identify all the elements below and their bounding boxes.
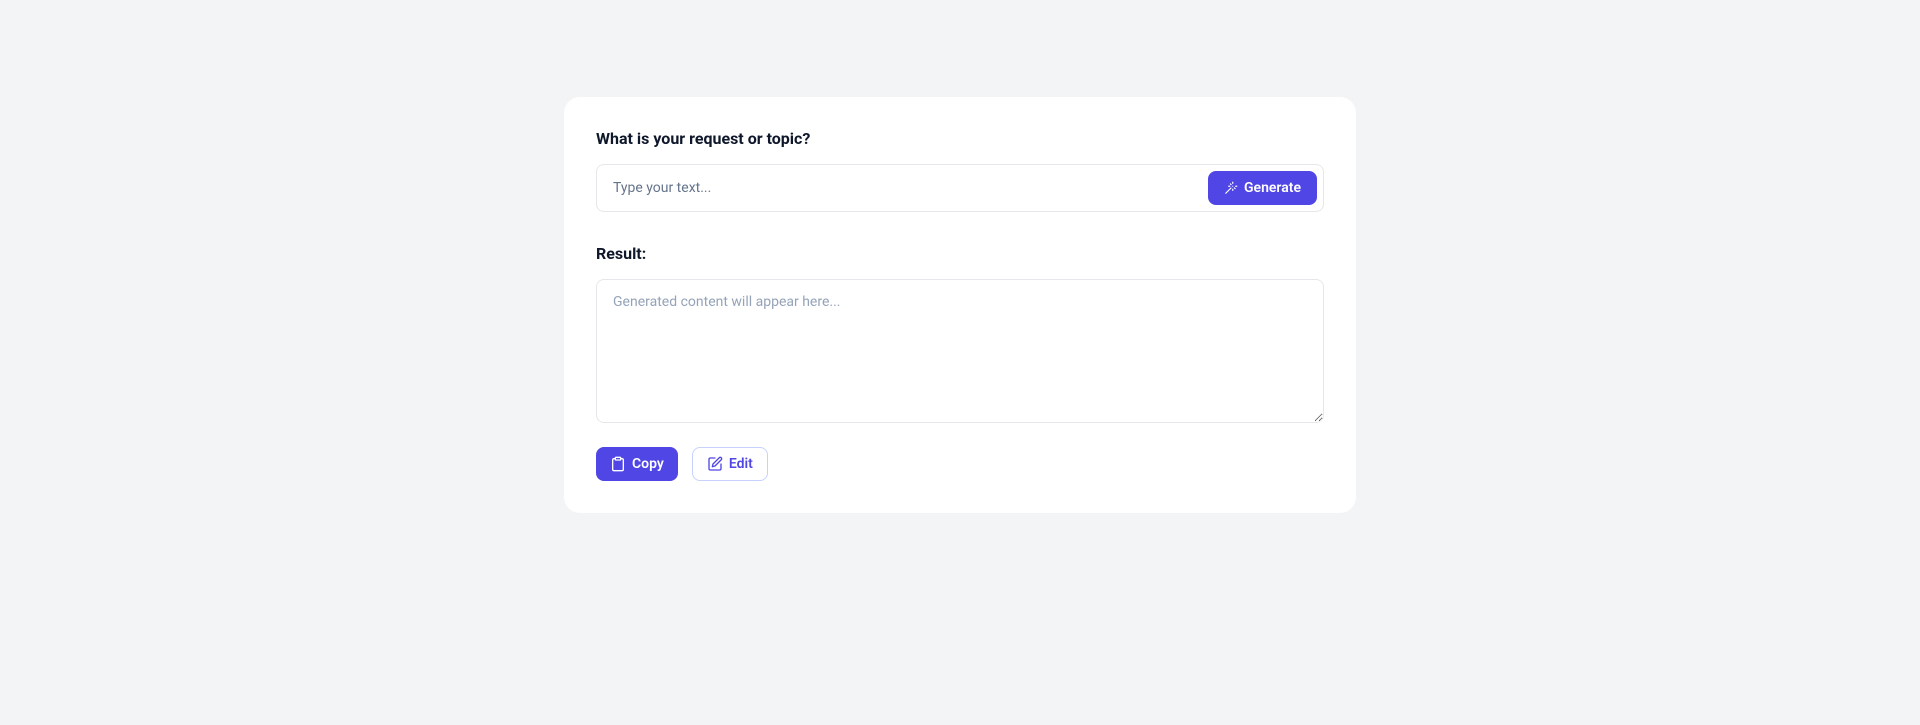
action-row: Copy Edit [596, 447, 1324, 481]
generate-button-label: Generate [1244, 180, 1301, 196]
prompt-input-wrapper: Generate [596, 164, 1324, 212]
copy-button-label: Copy [632, 456, 664, 472]
generate-button[interactable]: Generate [1208, 171, 1317, 205]
copy-button[interactable]: Copy [596, 447, 678, 481]
prompt-label: What is your request or topic? [596, 129, 1324, 148]
edit-icon [707, 456, 723, 472]
sparkles-icon [1224, 181, 1238, 195]
edit-button-label: Edit [729, 456, 753, 472]
prompt-input[interactable] [613, 180, 1200, 196]
copy-icon [610, 456, 626, 472]
result-textarea[interactable] [596, 279, 1324, 423]
result-label: Result: [596, 244, 1324, 263]
generator-card: What is your request or topic? Generate … [564, 97, 1356, 513]
edit-button[interactable]: Edit [692, 447, 768, 481]
